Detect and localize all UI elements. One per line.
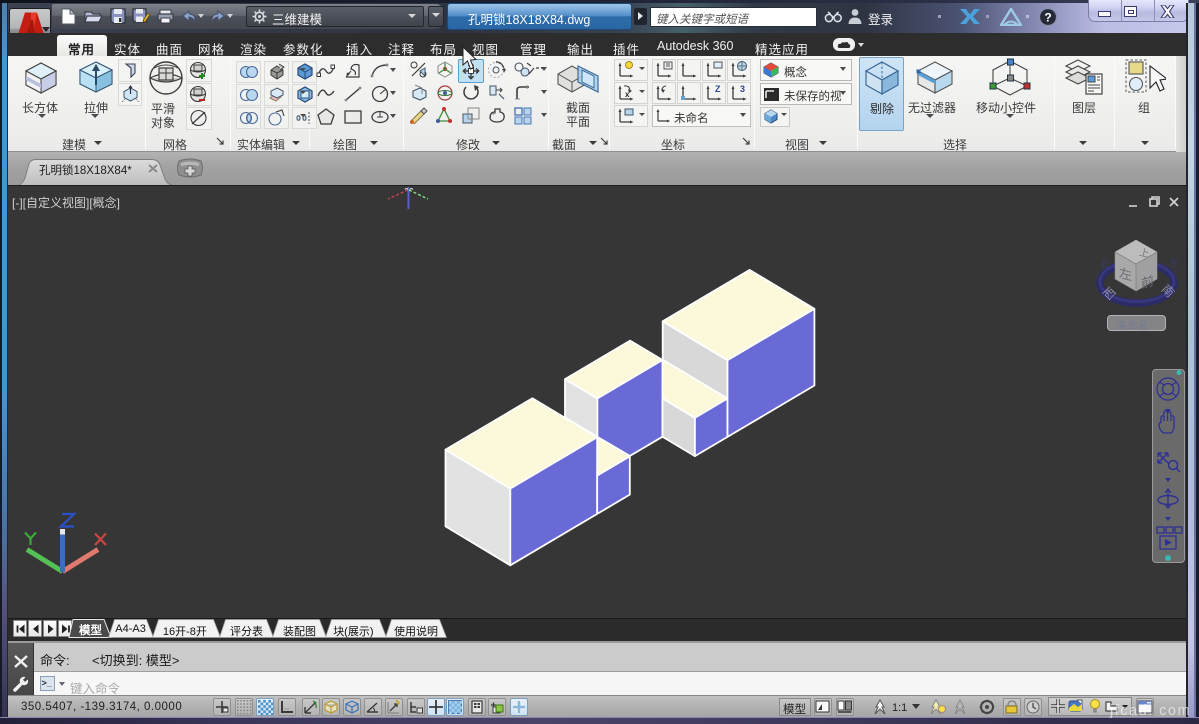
svg-text:东: 东	[1169, 257, 1179, 270]
svg-text:前: 前	[1141, 272, 1154, 291]
svg-text:北: 北	[1100, 258, 1110, 270]
svg-text:1:1: 1:1	[892, 702, 907, 714]
